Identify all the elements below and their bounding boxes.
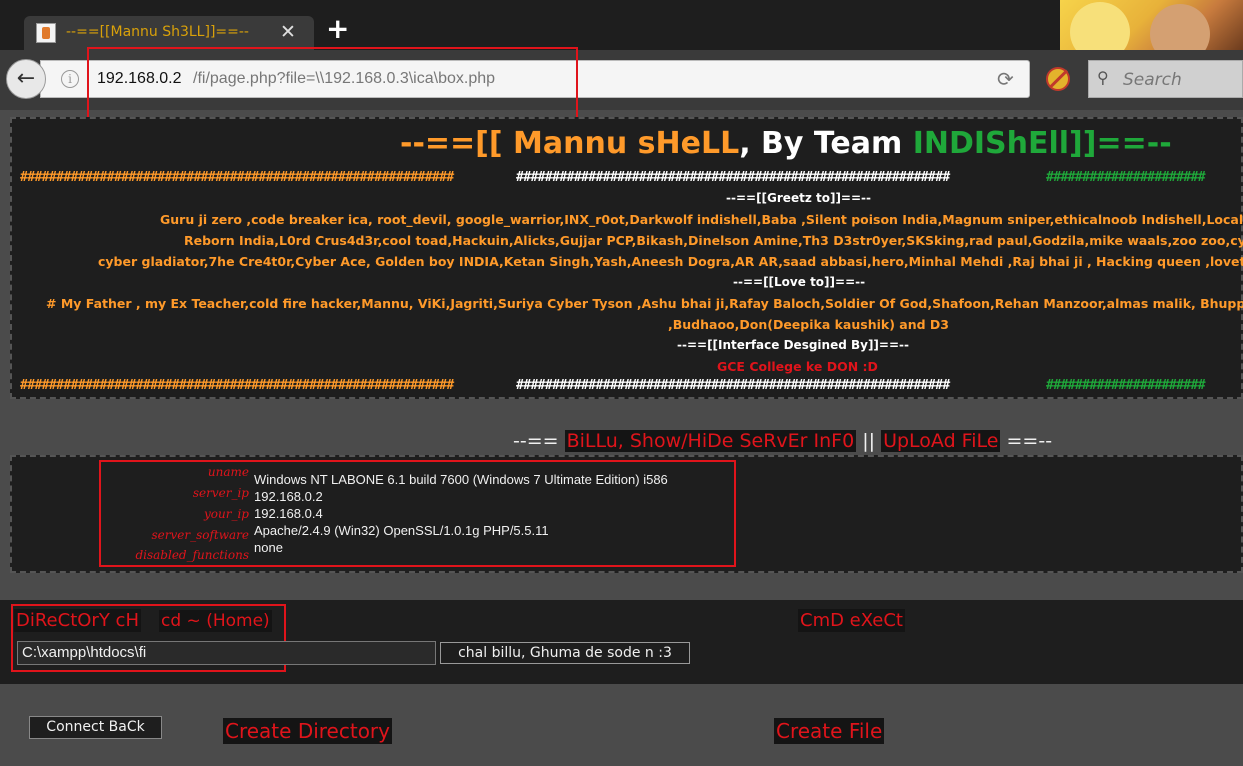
value-your-ip: 192.168.0.4 (254, 506, 323, 521)
label-your-ip: your_ip (204, 507, 249, 521)
title-part-indishell: INDIShEll (912, 126, 1070, 161)
interface-title: --==[[Interface Desgined By]]==-- (677, 338, 909, 352)
command-execute-title: CmD eXeCt (798, 609, 905, 632)
search-box[interactable]: ⚲ Search (1088, 60, 1243, 98)
site-info-icon[interactable]: i (61, 70, 79, 88)
menu-suffix: ==-- (1000, 430, 1053, 452)
title-part-end: ]]==-- (1069, 126, 1172, 161)
create-file-link[interactable]: Create File (774, 718, 885, 744)
love-line-1: # My Father , my Ex Teacher,cold fire ha… (46, 296, 1243, 311)
value-uname: Windows NT LABONE 6.1 build 7600 (Window… (254, 472, 668, 487)
menu-prefix: --== (513, 430, 565, 452)
toggle-server-info-link[interactable]: BiLLu, Show/HiDe SeRvEr InF0 (564, 430, 857, 452)
create-directory-link[interactable]: Create Directory (223, 718, 392, 744)
hash-divider-bottom-white: ########################################… (516, 378, 950, 393)
reload-icon[interactable]: ⟳ (997, 67, 1014, 91)
greetz-line-3: cyber gladiator,7he Cre4t0r,Cyber Ace, G… (98, 254, 1243, 269)
greetz-line-2: Reborn India,L0rd Crus4d3r,cool toad,Hac… (184, 233, 1243, 248)
hash-divider-bottom-orange: ########################################… (20, 378, 454, 393)
change-directory-button[interactable]: chal billu, Ghuma de sode n :3 (440, 642, 690, 664)
shell-title: --==[[ Mannu sHeLL, By Team INDIShEll]]=… (400, 126, 1172, 161)
connect-back-button[interactable]: Connect BaCk (29, 716, 162, 739)
menu-line: --== BiLLu, Show/HiDe SeRvEr InF0 || UpL… (513, 430, 1052, 452)
url-highlight-box (87, 47, 578, 122)
label-disabled-functions: disabled_functions (135, 548, 249, 562)
directory-change-title: DiReCtOrY cH (14, 609, 141, 632)
hash-divider-top-orange: ########################################… (20, 170, 454, 185)
love-title: --==[[Love to]]==-- (733, 275, 866, 289)
label-server-ip: server_ip (192, 486, 249, 500)
directory-path-input[interactable]: C:\xampp\htdocs\fi (17, 641, 436, 665)
hash-divider-top-green: ###################### (1046, 170, 1206, 185)
interface-designer: GCE College ke DON :D (717, 359, 878, 374)
greetz-title: --==[[Greetz to]]==-- (726, 191, 872, 205)
title-part-by-team: , By Team (739, 126, 913, 161)
menu-separator: || (856, 430, 882, 452)
tab-title: --==[[Mannu Sh3LL]]==-- (66, 24, 249, 40)
search-placeholder: Search (1123, 70, 1182, 90)
hash-divider-top-white: ########################################… (516, 170, 950, 185)
title-part-mannu: --==[[ Mannu sHeLL (400, 126, 740, 161)
search-icon: ⚲ (1097, 68, 1109, 87)
back-button[interactable]: ← (6, 59, 46, 99)
label-uname: uname (207, 465, 249, 479)
favicon-icon (36, 23, 56, 43)
greetz-line-1: Guru ji zero ,code breaker ica, root_dev… (160, 212, 1243, 227)
value-server-software: Apache/2.4.9 (Win32) OpenSSL/1.0.1g PHP/… (254, 523, 549, 538)
tab-bar: --==[[Mannu Sh3LL]]==-- ✕ + (0, 0, 1243, 110)
label-server-software: server_software (151, 528, 249, 542)
home-directory-link[interactable]: cd ~ (Home) (159, 610, 272, 632)
love-line-2: ,Budhaoo,Don(Deepika kaushik) and D3 (668, 317, 949, 332)
value-server-ip: 192.168.0.2 (254, 489, 323, 504)
new-tab-icon[interactable]: + (326, 14, 349, 44)
value-disabled-functions: none (254, 540, 283, 555)
browser-window: --==[[Mannu Sh3LL]]==-- ✕ + i 192.168.0.… (0, 0, 1243, 766)
close-tab-icon[interactable]: ✕ (280, 21, 296, 43)
hash-divider-bottom-green: ###################### (1046, 378, 1206, 393)
addon-block-icon[interactable] (1046, 67, 1070, 91)
upload-file-link[interactable]: UpLoAd FiLe (881, 430, 1001, 452)
browser-tab[interactable]: --==[[Mannu Sh3LL]]==-- ✕ (24, 16, 314, 50)
